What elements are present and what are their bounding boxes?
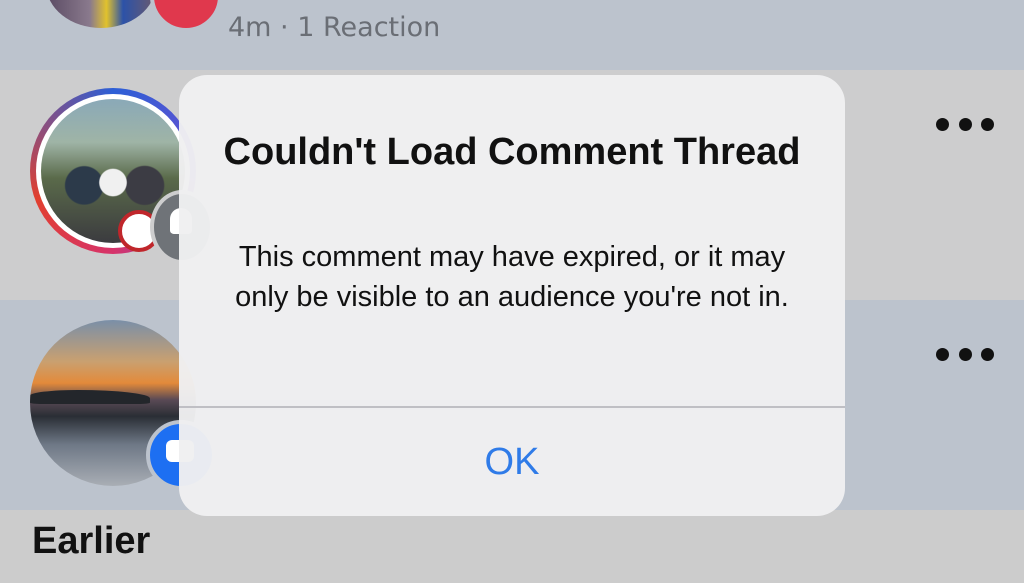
alert-title: Couldn't Load Comment Thread xyxy=(223,131,801,173)
avatar xyxy=(46,0,156,28)
alert-message: This comment may have expired, or it may… xyxy=(235,241,789,313)
more-options-icon[interactable] xyxy=(936,346,994,362)
heart-icon xyxy=(150,0,222,32)
ok-button[interactable]: OK xyxy=(179,408,845,516)
section-title: Earlier xyxy=(32,520,151,562)
notification-meta: 4m · 1 Reaction xyxy=(228,12,441,43)
section-header xyxy=(0,510,1024,583)
alert-dialog: Couldn't Load Comment Thread This commen… xyxy=(179,75,845,516)
more-options-icon[interactable] xyxy=(936,116,994,132)
notification-row[interactable]: 4m · 1 Reaction xyxy=(0,0,1024,70)
